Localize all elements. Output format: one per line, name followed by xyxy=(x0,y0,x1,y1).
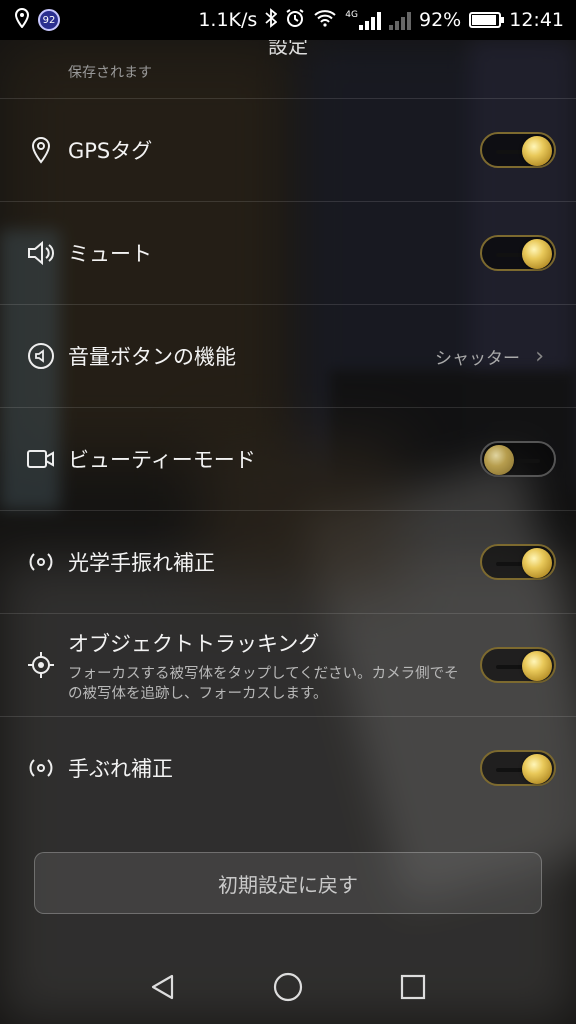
home-icon[interactable] xyxy=(268,967,308,1007)
battery-percent: 92% xyxy=(419,9,462,31)
setting-object-tracking[interactable]: オブジェクトトラッキング フォーカスする被写体をタップしてください。カメラ側でそ… xyxy=(0,613,576,716)
stabilization-toggle[interactable] xyxy=(480,750,556,786)
signal-strength-icon xyxy=(359,10,381,30)
setting-gps-tag[interactable]: GPSタグ xyxy=(0,98,576,201)
location-status-icon xyxy=(14,7,30,33)
clock: 12:41 xyxy=(509,9,564,31)
setting-stabilization[interactable]: 手ぶれ補正 xyxy=(0,716,576,819)
settings-list: GPSタグ ミュート 音量ボタンの機能 シャッター › ビューティーモード 光学… xyxy=(0,98,576,819)
setting-label: オブジェクトトラッキング xyxy=(68,632,320,656)
setting-label: ビューティーモード xyxy=(68,448,256,472)
setting-mute[interactable]: ミュート xyxy=(0,201,576,304)
setting-label: 音量ボタンの機能 xyxy=(68,345,236,369)
stabilization-icon xyxy=(26,547,56,577)
reset-defaults-button[interactable]: 初期設定に戻す xyxy=(34,852,542,914)
chevron-right-icon: › xyxy=(535,343,544,369)
setting-label: 手ぶれ補正 xyxy=(68,757,173,781)
bluetooth-icon xyxy=(265,7,278,33)
setting-label: GPSタグ xyxy=(68,139,153,163)
mute-toggle[interactable] xyxy=(480,235,556,271)
stabilization-icon xyxy=(26,753,56,783)
setting-beauty-mode[interactable]: ビューティーモード xyxy=(0,407,576,510)
crosshair-icon xyxy=(26,650,56,680)
location-pin-icon xyxy=(26,135,56,165)
optical-stabilization-toggle[interactable] xyxy=(480,544,556,580)
network-speed: 1.1K/s xyxy=(198,9,258,31)
network-type: 4G xyxy=(345,10,358,20)
navigation-bar xyxy=(0,950,576,1024)
beauty-mode-toggle[interactable] xyxy=(480,441,556,477)
status-bar: 92 1.1K/s 4G 92% 12:41 xyxy=(0,0,576,40)
speaker-icon xyxy=(26,238,56,268)
setting-description: フォーカスする被写体をタップしてください。カメラ側でその被写体を追跡し、フォーカ… xyxy=(68,666,459,702)
setting-volume-button-function[interactable]: 音量ボタンの機能 シャッター › xyxy=(0,304,576,407)
video-camera-icon xyxy=(26,444,56,474)
setting-optical-stabilization[interactable]: 光学手振れ補正 xyxy=(0,510,576,613)
recent-apps-icon[interactable] xyxy=(393,967,433,1007)
back-icon[interactable] xyxy=(143,967,183,1007)
setting-value: シャッター xyxy=(435,348,520,369)
setting-label: 光学手振れ補正 xyxy=(68,551,215,575)
gps-tag-toggle[interactable] xyxy=(480,132,556,168)
wifi-icon xyxy=(313,9,337,32)
object-tracking-toggle[interactable] xyxy=(480,647,556,683)
alarm-icon xyxy=(285,8,305,33)
setting-label: ミュート xyxy=(68,242,152,266)
notification-badge: 92 xyxy=(38,9,60,31)
page-subtitle: 保存されます xyxy=(68,65,152,81)
battery-icon xyxy=(469,12,505,28)
signal-no-sim-icon xyxy=(389,10,411,30)
volume-button-icon xyxy=(26,341,56,371)
